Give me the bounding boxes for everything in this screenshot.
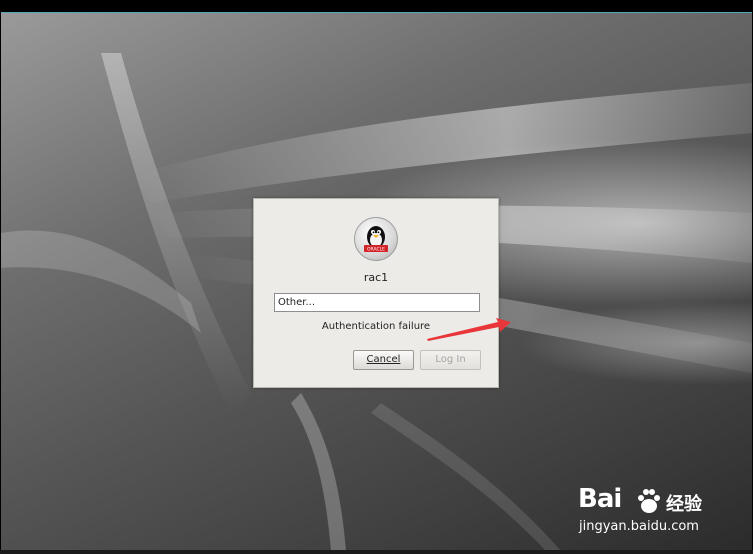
user-avatar: ORACLE <box>354 217 398 261</box>
top-black-bar <box>0 0 753 12</box>
avatar-badge-text: ORACLE <box>367 247 385 253</box>
penguin-icon: ORACLE <box>364 226 388 253</box>
watermark-url: jingyan.baidu.com <box>579 519 699 534</box>
watermark-suffix: 经验 <box>666 494 702 515</box>
watermark-logo-text: Bai <box>578 484 622 514</box>
baidu-watermark: Bai 经验 jingyan.baidu.com <box>578 484 748 540</box>
login-button[interactable]: Log In <box>420 350 481 370</box>
auth-error-message: Authentication failure <box>321 321 431 332</box>
baidu-paw-icon <box>638 489 660 513</box>
login-dialog: ORACLE rac1 Other... Authentication fail… <box>253 198 499 388</box>
username-label: rac1 <box>363 271 389 284</box>
cancel-button[interactable]: Cancel <box>353 350 414 370</box>
user-selector-field[interactable]: Other... <box>274 293 480 312</box>
bottom-panel <box>0 550 753 554</box>
